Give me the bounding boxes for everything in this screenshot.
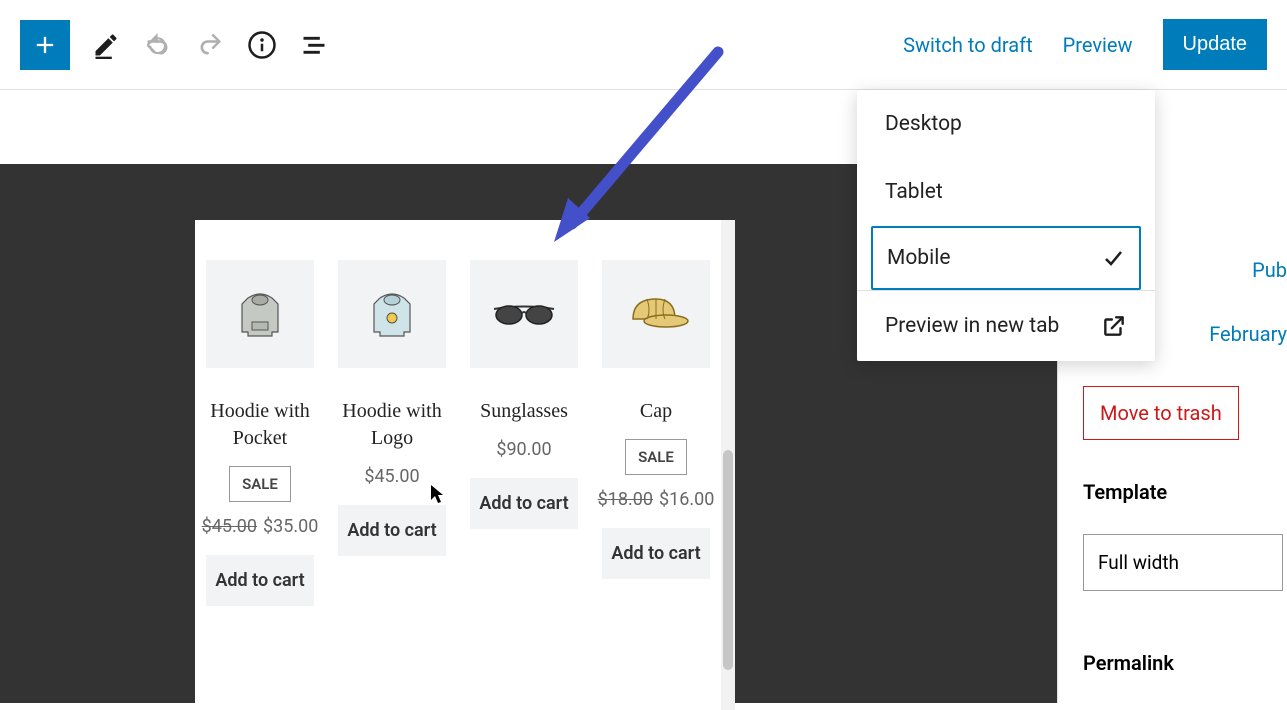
info-button[interactable] (246, 29, 278, 61)
sale-badge: SALE (625, 439, 687, 475)
product-image (602, 260, 710, 368)
product-title: Sunglasses (480, 398, 568, 425)
editor-topbar: Switch to draft Preview Update (0, 0, 1287, 90)
info-icon (247, 30, 277, 60)
add-block-button[interactable] (20, 20, 70, 70)
edit-tool-button[interactable] (90, 29, 122, 61)
product-image (206, 260, 314, 368)
preview-option-desktop[interactable]: Desktop (857, 90, 1155, 158)
hoodie-icon (230, 284, 290, 344)
product-title: Hoodie with Logo (338, 398, 446, 452)
move-to-trash-button[interactable]: Move to trash (1083, 386, 1239, 440)
product-title: Cap (640, 398, 672, 425)
product-image (338, 260, 446, 368)
preview-in-new-tab[interactable]: Preview in new tab (857, 291, 1155, 361)
add-to-cart-button[interactable]: Add to cart (470, 478, 578, 529)
add-to-cart-button[interactable]: Add to cart (206, 555, 314, 606)
product-card: Cap SALE $18.00$16.00 Add to cart (602, 260, 710, 700)
check-icon (1101, 246, 1125, 270)
preview-new-tab-label: Preview in new tab (885, 314, 1059, 338)
product-card: Sunglasses $90.00 Add to cart (470, 260, 578, 700)
undo-button (142, 29, 174, 61)
preview-option-mobile-label: Mobile (887, 246, 950, 270)
product-price: $45.00$35.00 (202, 516, 319, 537)
undo-icon (144, 31, 172, 59)
preview-button[interactable]: Preview (1063, 33, 1133, 57)
preview-option-mobile[interactable]: Mobile (871, 226, 1141, 290)
scrollbar-thumb[interactable] (723, 450, 733, 670)
template-heading: Template (1083, 480, 1287, 504)
preview-dropdown-menu: Desktop Tablet Mobile Preview in new tab (857, 90, 1155, 361)
template-select[interactable]: Full width (1083, 534, 1283, 591)
product-grid: Hoodie with Pocket SALE $45.00$35.00 Add… (195, 220, 721, 710)
preview-scrollbar[interactable] (721, 220, 735, 710)
outline-icon (300, 31, 328, 59)
external-link-icon (1101, 313, 1127, 339)
preview-option-tablet[interactable]: Tablet (857, 158, 1155, 226)
topbar-left-tools (20, 20, 330, 70)
product-card: Hoodie with Logo $45.00 Add to cart (338, 260, 446, 700)
hoodie-logo-icon (362, 284, 422, 344)
redo-icon (196, 31, 224, 59)
sale-badge: SALE (229, 466, 291, 502)
product-card: Hoodie with Pocket SALE $45.00$35.00 Add… (206, 260, 314, 700)
product-price: $45.00 (364, 466, 419, 487)
permalink-heading: Permalink (1083, 651, 1287, 675)
product-image (470, 260, 578, 368)
topbar-right-actions: Switch to draft Preview Update (903, 19, 1267, 70)
redo-button (194, 29, 226, 61)
add-to-cart-button[interactable]: Add to cart (338, 505, 446, 556)
update-button[interactable]: Update (1163, 19, 1268, 70)
outline-button[interactable] (298, 29, 330, 61)
add-to-cart-button[interactable]: Add to cart (602, 528, 710, 579)
sunglasses-icon (489, 299, 559, 329)
cap-icon (621, 289, 691, 339)
product-price: $90.00 (496, 439, 551, 460)
mobile-preview-frame: Hoodie with Pocket SALE $45.00$35.00 Add… (195, 220, 735, 710)
product-title: Hoodie with Pocket (206, 398, 314, 452)
switch-to-draft-button[interactable]: Switch to draft (903, 33, 1033, 57)
product-price: $18.00$16.00 (598, 489, 715, 510)
pencil-icon (92, 31, 120, 59)
plus-icon (31, 31, 59, 59)
